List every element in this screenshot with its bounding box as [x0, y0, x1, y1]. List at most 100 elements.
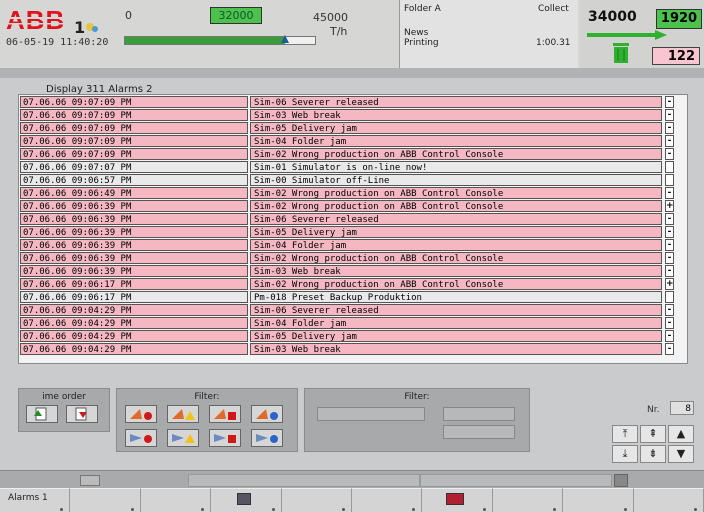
softkey-dot-icon [60, 508, 64, 511]
softkey-10[interactable] [633, 488, 704, 512]
time-order-descending-button[interactable] [66, 405, 98, 423]
filter-alarm-stop-button[interactable] [125, 405, 157, 423]
alarm-row[interactable]: 07.06.06 09:06:17 PM Pm-018 Preset Backup… [20, 291, 674, 303]
softkey-8[interactable] [492, 488, 564, 512]
softkey-6[interactable] [352, 488, 423, 512]
filter-event-stop-button[interactable] [125, 429, 157, 447]
speed-scale-max: 45000 [313, 11, 348, 24]
alarm-row[interactable]: 07.06.06 09:06:39 PM Sim-02 Wrong product… [20, 252, 674, 264]
softkey-3[interactable] [140, 488, 212, 512]
alarm-message: Sim-05 Delivery jam [250, 122, 662, 134]
alarm-error-icon [214, 409, 236, 420]
softkey-label: Alarms 1 [8, 493, 48, 503]
alarm-row[interactable]: 07.06.06 09:04:29 PM Sim-03 Web break - [20, 343, 674, 355]
alarm-timestamp: 07.06.06 09:06:39 PM [20, 239, 248, 251]
alarm-ack-toggle[interactable]: - [665, 330, 674, 342]
alarm-row[interactable]: 07.06.06 09:06:39 PM Sim-04 Folder jam - [20, 239, 674, 251]
softkey-5[interactable] [281, 488, 352, 512]
folder-panel: Folder A Collect News Printing 1:00.31 [399, 0, 578, 68]
softkey-7[interactable] [422, 488, 493, 512]
time-order-ascending-button[interactable] [26, 405, 58, 423]
alarm-timestamp: 07.06.06 09:04:29 PM [20, 304, 248, 316]
alarm-row[interactable]: 07.06.06 09:06:39 PM Sim-05 Delivery jam - [20, 226, 674, 238]
chevron-down-icon: ▼ [676, 447, 686, 460]
filter-alarm-info-button[interactable] [251, 405, 283, 423]
alarm-row[interactable]: 07.06.06 09:06:39 PM Sim-06 Severer relea… [20, 213, 674, 225]
filter-event-warning-button[interactable] [167, 429, 199, 447]
event-info-icon [256, 434, 278, 443]
scroll-bottom-button[interactable]: ⤓ [612, 445, 638, 463]
speed-marker-icon [280, 35, 289, 43]
softkey-dot-icon [341, 508, 345, 511]
alarm-ack-toggle[interactable]: + [665, 200, 674, 212]
alarm-message: Sim-00 Simulator off-Line [250, 174, 662, 186]
alarm-row[interactable]: 07.06.06 09:07:09 PM Sim-06 Severer relea… [20, 96, 674, 108]
event-warning-icon [172, 434, 195, 443]
page-up-button[interactable]: ⇞ [640, 425, 666, 443]
svg-text:ABB: ABB [6, 8, 65, 32]
alarm-row[interactable]: 07.06.06 09:06:39 PM Sim-03 Web break - [20, 265, 674, 277]
alarm-ack-toggle[interactable]: - [665, 343, 674, 355]
alarm-ack-toggle[interactable]: - [665, 252, 674, 264]
status-field-2 [420, 474, 612, 487]
alarm-row[interactable]: 07.06.06 09:07:07 PM Sim-01 Simulator is … [20, 161, 674, 173]
separator [0, 68, 704, 78]
alarm-ack-toggle[interactable]: - [665, 265, 674, 277]
alarm-row[interactable]: 07.06.06 09:06:57 PM Sim-00 Simulator off… [20, 174, 674, 186]
line-down-button[interactable]: ▼ [668, 445, 694, 463]
alarm-ack-toggle[interactable] [665, 161, 674, 173]
event-stop-icon [130, 434, 152, 443]
alarm-ack-toggle[interactable]: - [665, 122, 674, 134]
alarm-ack-toggle[interactable]: - [665, 317, 674, 329]
alarm-row[interactable]: 07.06.06 09:07:09 PM Sim-05 Delivery jam - [20, 122, 674, 134]
alarm-row[interactable]: 07.06.06 09:07:09 PM Sim-04 Folder jam - [20, 135, 674, 147]
alarm-message: Sim-03 Web break [250, 265, 662, 277]
alarm-ack-toggle[interactable]: - [665, 109, 674, 121]
alarm-timestamp: 07.06.06 09:06:39 PM [20, 252, 248, 264]
softkey-4[interactable] [211, 488, 282, 512]
alarm-row[interactable]: 07.06.06 09:06:17 PM Sim-02 Wrong product… [20, 278, 674, 290]
alarm-message: Sim-06 Severer released [250, 304, 662, 316]
softkey-dot-icon [482, 508, 486, 511]
alarm-timestamp: 07.06.06 09:07:09 PM [20, 122, 248, 134]
alarm-row[interactable]: 07.06.06 09:07:09 PM Sim-03 Web break - [20, 109, 674, 121]
softkey-2[interactable] [70, 488, 141, 512]
alarm-timestamp: 07.06.06 09:06:49 PM [20, 187, 248, 199]
filter-field-1[interactable] [317, 407, 425, 421]
alarm-ack-toggle[interactable]: - [665, 96, 674, 108]
alarm-ack-toggle[interactable]: - [665, 213, 674, 225]
alarm-row[interactable]: 07.06.06 09:04:29 PM Sim-06 Severer relea… [20, 304, 674, 316]
status-indicator [80, 475, 100, 486]
alarm-ack-toggle[interactable]: + [665, 278, 674, 290]
abb-logo: ABB [6, 8, 70, 32]
filter-label-1: Filter: [194, 392, 220, 402]
alarm-ack-toggle[interactable] [665, 174, 674, 186]
page-down-button[interactable]: ⇟ [640, 445, 666, 463]
filter-alarm-error-button[interactable] [209, 405, 241, 423]
alarm-ack-toggle[interactable]: - [665, 148, 674, 160]
alarm-row[interactable]: 07.06.06 09:06:49 PM Sim-02 Wrong product… [20, 187, 674, 199]
filter-event-info-button[interactable] [251, 429, 283, 447]
softkey-1[interactable]: Alarms 1 [0, 488, 71, 512]
folder-mode: Collect [538, 4, 569, 14]
alarm-ack-toggle[interactable]: - [665, 226, 674, 238]
alarm-ack-toggle[interactable]: - [665, 304, 674, 316]
alarm-ack-toggle[interactable]: - [665, 187, 674, 199]
alarm-row[interactable]: 07.06.06 09:04:29 PM Sim-05 Delivery jam - [20, 330, 674, 342]
alarm-ack-toggle[interactable] [665, 291, 674, 303]
softkey-dot-icon [201, 508, 205, 511]
filter-alarm-warning-button[interactable] [167, 405, 199, 423]
filter-field-2[interactable] [443, 407, 515, 421]
filter-field-3[interactable] [443, 425, 515, 439]
scroll-top-button[interactable]: ⤒ [612, 425, 638, 443]
alarm-ack-toggle[interactable]: - [665, 135, 674, 147]
line-up-button[interactable]: ▲ [668, 425, 694, 443]
alarm-row[interactable]: 07.06.06 09:04:29 PM Sim-04 Folder jam - [20, 317, 674, 329]
alarm-row[interactable]: 07.06.06 09:06:39 PM Sim-02 Wrong product… [20, 200, 674, 212]
alarm-ack-toggle[interactable]: - [665, 239, 674, 251]
softkey-dot-icon [693, 508, 697, 511]
alarm-row[interactable]: 07.06.06 09:07:09 PM Sim-02 Wrong product… [20, 148, 674, 160]
filter-event-error-button[interactable] [209, 429, 241, 447]
softkey-9[interactable] [563, 488, 634, 512]
camera-icon [237, 493, 252, 505]
